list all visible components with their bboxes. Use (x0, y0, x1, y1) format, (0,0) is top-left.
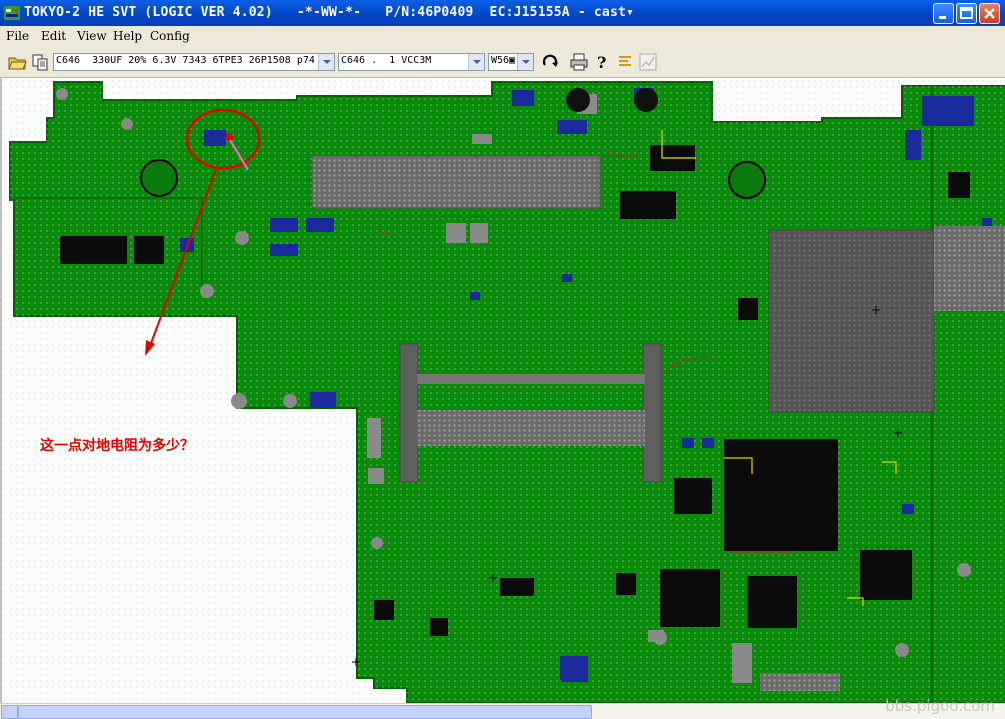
menu-view[interactable]: View (77, 29, 107, 43)
chevron-down-icon[interactable] (318, 54, 334, 70)
minimize-button[interactable] (933, 3, 954, 24)
app-icon (4, 6, 20, 20)
toolbar: C646 330UF 20% 6.3V 7343 6TPE3 26P1508 p… (0, 46, 1005, 78)
watermark: bbs.pigoo.com (885, 697, 995, 715)
window-title: TOKYO-2 HE SVT (LOGIC VER 4.02) -*-WW-*-… (24, 5, 635, 20)
zoom-select-value: W56▣ (491, 55, 516, 66)
close-icon (984, 8, 995, 19)
svg-text:?: ? (597, 53, 606, 72)
cpu-bga (768, 229, 935, 413)
component-select[interactable]: C646 330UF 20% 6.3V 7343 6TPE3 26P1508 p… (53, 53, 335, 71)
net-select[interactable]: C646 . 1 VCC3M (338, 53, 485, 71)
open-folder-icon[interactable] (6, 51, 28, 73)
minimize-icon (939, 16, 946, 19)
chevron-down-icon[interactable] (468, 54, 484, 70)
horizontal-scrollbar[interactable]: bbs.pigoo.com (0, 697, 1005, 719)
menu-help[interactable]: Help (113, 29, 142, 43)
component-select-value: C646 330UF 20% 6.3V 7343 6TPE3 26P1508 p… (56, 55, 315, 66)
board-canvas[interactable]: 这一点对地电阻为多少？ (0, 78, 1005, 703)
net-select-value: C646 . 1 VCC3M (341, 55, 432, 66)
zoom-select[interactable]: W56▣ (488, 53, 534, 71)
menu-bar: File Edit View Help Config (0, 26, 1005, 46)
rotate-icon[interactable] (539, 51, 561, 73)
menu-file[interactable]: File (6, 29, 29, 43)
menu-config[interactable]: Config (150, 29, 190, 43)
title-bar: TOKYO-2 HE SVT (LOGIC VER 4.02) -*-WW-*-… (0, 0, 1005, 26)
scroll-left-button[interactable] (1, 705, 18, 719)
maximize-button[interactable] (956, 3, 977, 24)
scroll-thumb[interactable] (18, 705, 592, 719)
print-icon[interactable] (568, 51, 590, 73)
help-icon[interactable]: ? (591, 51, 613, 73)
memory-slot (311, 155, 601, 209)
chevron-down-icon[interactable] (517, 54, 533, 70)
close-button[interactable] (979, 3, 1000, 24)
annotation-question: 这一点对地电阻为多少？ (40, 438, 194, 454)
menu-edit[interactable]: Edit (41, 29, 66, 43)
pcb-board (2, 78, 1005, 703)
notes-icon[interactable] (614, 51, 636, 73)
maximize-icon (960, 7, 973, 19)
graph-icon[interactable] (637, 51, 659, 73)
copy-icon[interactable] (29, 51, 51, 73)
